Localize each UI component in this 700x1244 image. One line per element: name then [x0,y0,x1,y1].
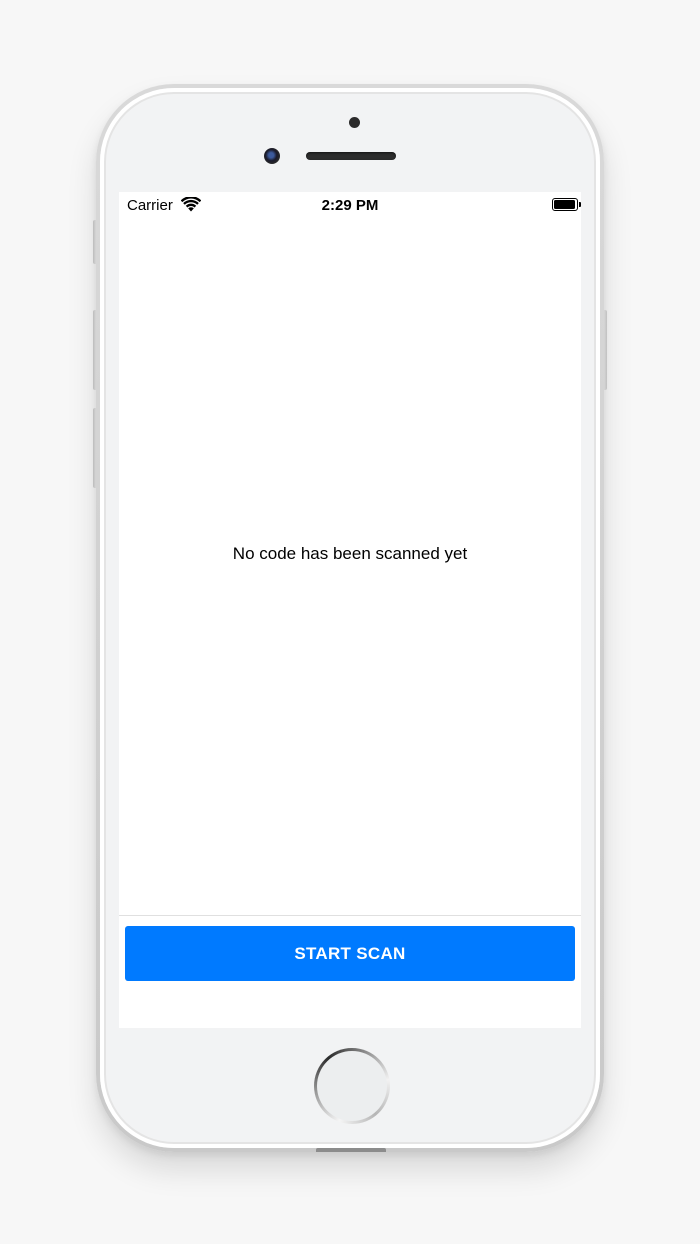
device-stage: Carrier 2:29 PM No code has been scanned… [0,0,700,1244]
front-camera-icon [264,148,280,164]
status-bar: Carrier 2:29 PM [119,192,581,218]
earpiece-speaker [306,152,396,160]
app-screen: Carrier 2:29 PM No code has been scanned… [119,192,581,1028]
footer-divider [119,915,581,916]
status-time: 2:29 PM [321,197,379,214]
scan-status-message: No code has been scanned yet [232,544,468,563]
device-bottom-edge [316,1148,386,1152]
phone-frame: Carrier 2:29 PM No code has been scanned… [96,84,604,1152]
phone-bezel: Carrier 2:29 PM No code has been scanned… [100,88,600,1148]
proximity-sensor [349,117,360,128]
start-scan-button[interactable]: START SCAN [125,926,575,981]
home-button[interactable] [314,1048,390,1124]
battery-icon [552,198,581,211]
